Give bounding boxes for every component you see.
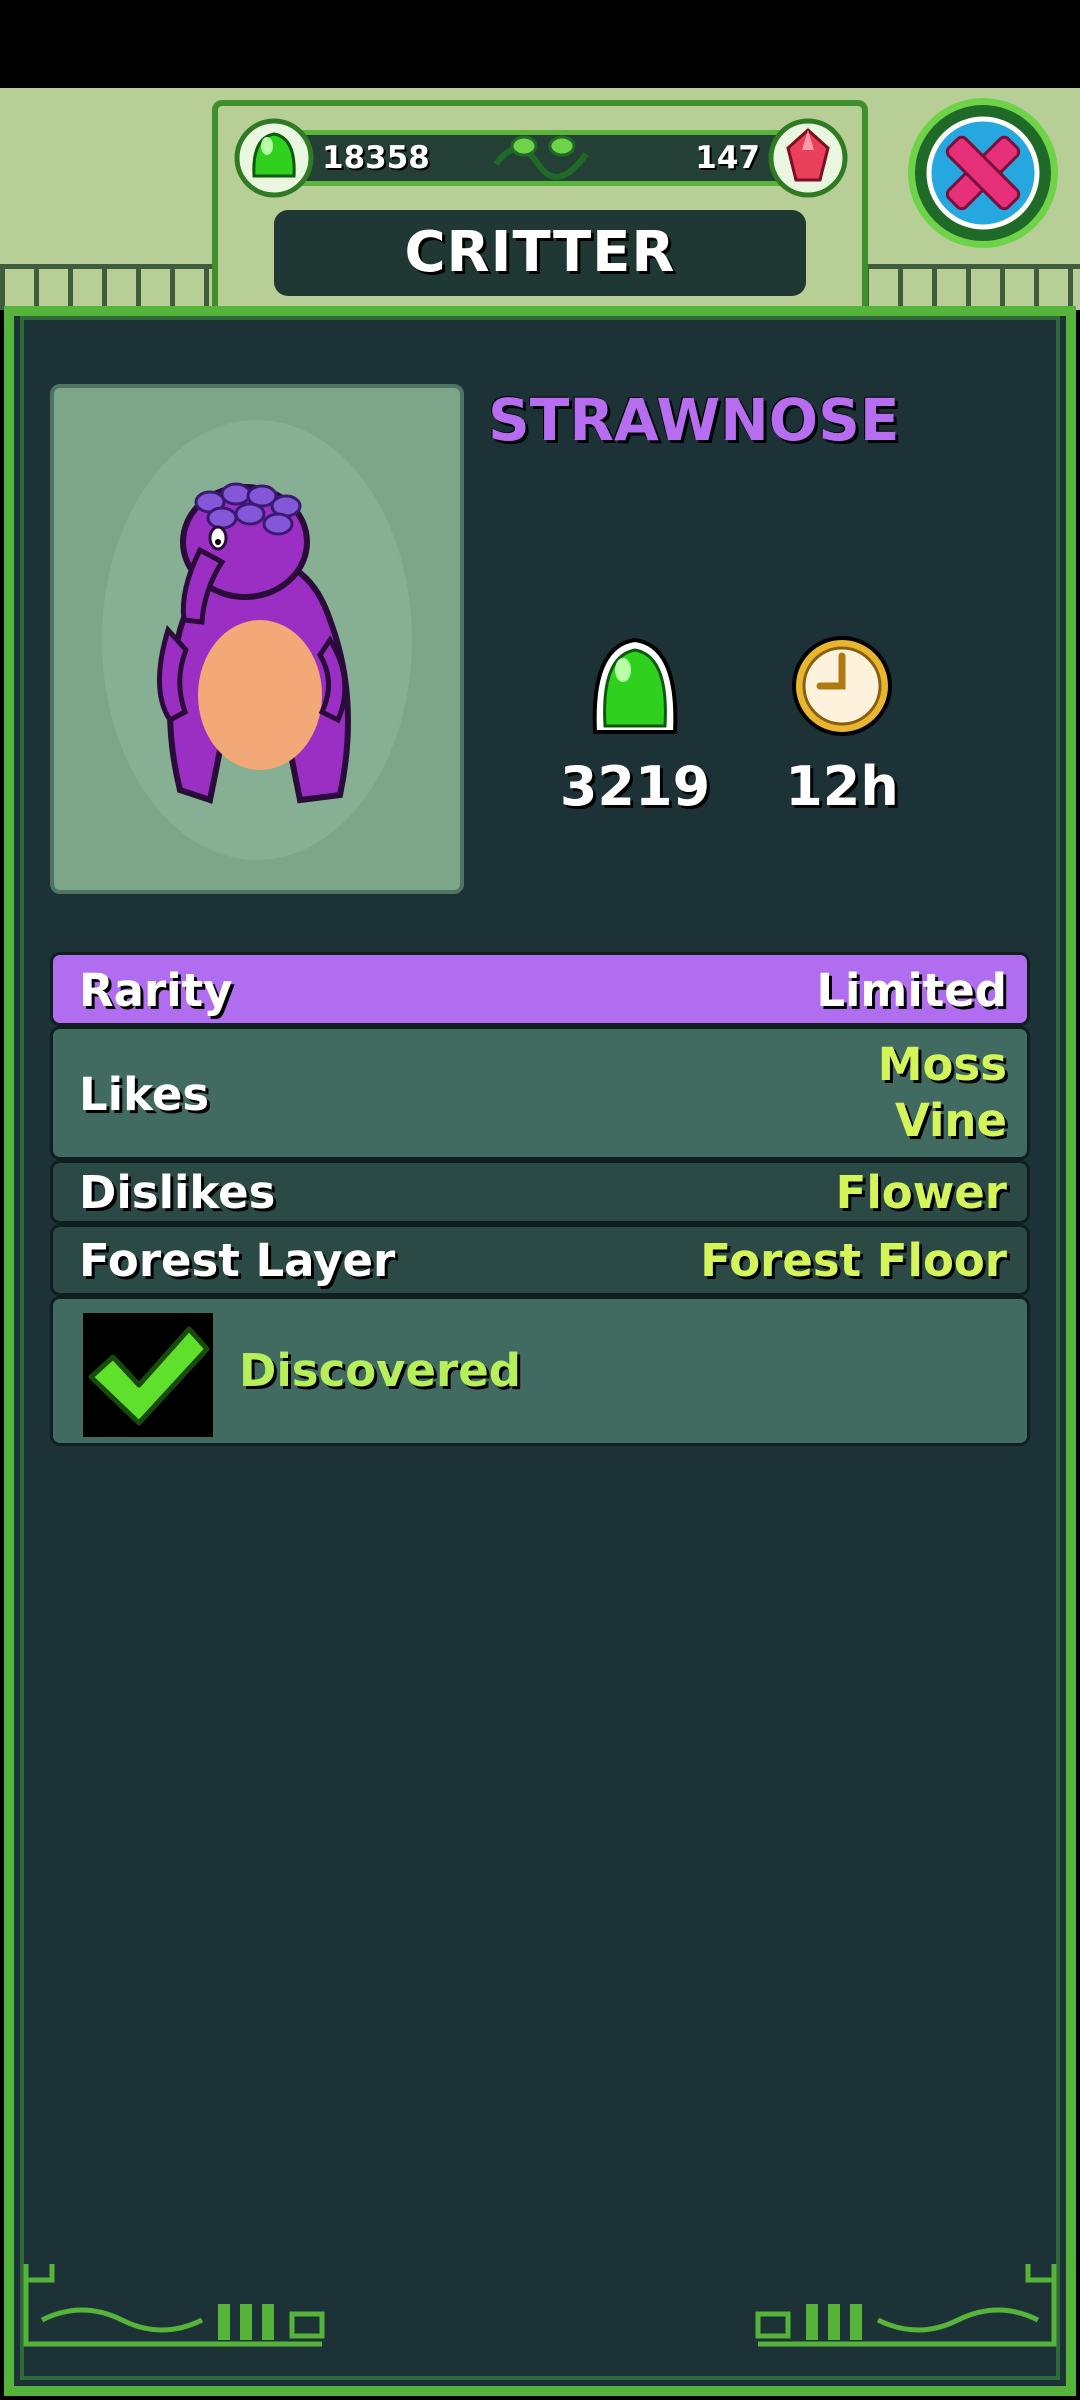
close-x-icon <box>926 116 1040 230</box>
close-button[interactable] <box>908 98 1058 248</box>
discovered-label: Discovered <box>239 1344 521 1397</box>
discovered-checkbox <box>83 1313 213 1437</box>
vine-ornament-icon <box>493 135 589 180</box>
status-bar <box>0 0 1080 88</box>
forest-layer-value: Forest Floor <box>700 1234 1007 1287</box>
rarity-value: Limited <box>816 964 1007 1017</box>
fence-decoration-right <box>864 264 1080 310</box>
forest-layer-label: Forest Layer <box>79 1234 396 1287</box>
likes-values: Moss Vine <box>878 1037 1007 1149</box>
fence-decoration-left <box>0 264 216 310</box>
corner-ornament-right <box>755 2264 1057 2347</box>
checkmark-icon <box>88 1326 210 1426</box>
likes-label: Likes <box>79 1068 210 1121</box>
gem-currency-icon <box>768 118 848 198</box>
dislikes-value: Flower <box>835 1166 1007 1219</box>
clock-icon <box>792 636 892 736</box>
jelly-currency-icon <box>234 118 314 198</box>
dislikes-row: Dislikes Flower <box>50 1160 1030 1224</box>
dislikes-label: Dislikes <box>79 1166 276 1219</box>
rarity-label: Rarity <box>79 964 233 1017</box>
critter-name: STRAWNOSE <box>488 386 900 454</box>
gem-count: 147 <box>695 140 760 176</box>
jelly-count: 18358 <box>322 140 430 176</box>
corner-ornament-left <box>23 2264 325 2347</box>
discovered-row: Discovered <box>50 1296 1030 1446</box>
critter-image <box>157 482 351 804</box>
likes-row: Likes Moss Vine <box>50 1026 1030 1160</box>
likes-value-item: Moss <box>877 1038 1007 1091</box>
likes-value-item: Vine <box>894 1094 1007 1147</box>
rarity-row: Rarity Limited <box>50 952 1030 1026</box>
time-value: 12h <box>785 755 899 818</box>
page-title: CRITTER <box>404 220 676 285</box>
jelly-reward-value: 3219 <box>559 755 711 818</box>
forest-layer-row: Forest Layer Forest Floor <box>50 1224 1030 1296</box>
jelly-reward-icon <box>592 637 678 734</box>
